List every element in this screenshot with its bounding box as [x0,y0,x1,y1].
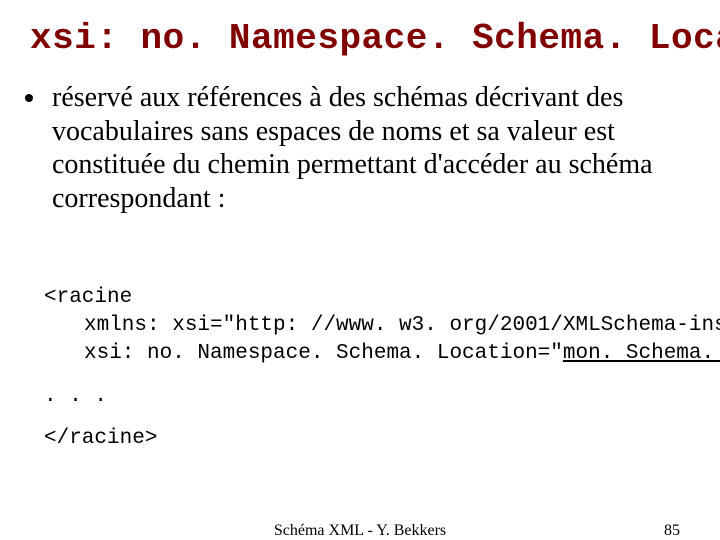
slide-title: xsi: no. Namespace. Schema. Location [30,18,690,59]
code-line-5: </racine> [44,427,157,450]
bullet-item: réservé aux références à des schémas déc… [48,81,690,215]
bullet-list: réservé aux références à des schémas déc… [44,81,690,215]
code-line-3: xsi: no. Namespace. Schema. Location="mo… [84,340,720,368]
code-block: <racine xmlns: xsi="http: //www. w3. org… [44,255,690,481]
code-line-3a: xsi: no. Namespace. Schema. Location=" [84,342,563,365]
footer-page-number: 85 [664,522,680,540]
code-line-1: <racine [44,286,132,309]
code-line-2: xmlns: xsi="http: //www. w3. org/2001/XM… [84,312,720,340]
code-line-3b: mon. Schema. xsd [563,342,720,365]
footer-center: Schéma XML - Y. Bekkers [0,522,720,540]
code-line-4: . . . [44,385,107,408]
slide: xsi: no. Namespace. Schema. Location rés… [0,0,720,540]
